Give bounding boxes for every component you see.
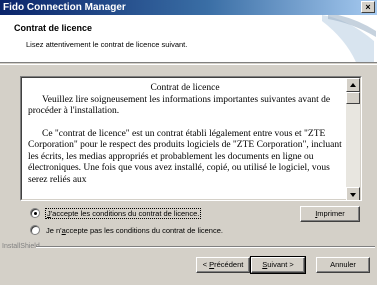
next-button[interactable]: Suivant >	[250, 256, 306, 274]
scroll-down-arrow-icon	[350, 193, 356, 197]
scroll-up-button[interactable]	[346, 78, 360, 92]
back-button[interactable]: < Précédent	[196, 257, 250, 273]
accept-radio[interactable]	[30, 208, 40, 218]
accept-label[interactable]: J'accepte les conditions du contrat de l…	[44, 207, 202, 219]
wizard-header: Contrat de licence Lisez attentivement l…	[0, 15, 377, 63]
page-title: Contrat de licence	[14, 23, 93, 33]
page-subtitle: Lisez attentivement le contrat de licenc…	[26, 40, 188, 49]
cancel-button[interactable]: Annuler	[316, 257, 370, 273]
installshield-label: InstallShield	[2, 243, 40, 250]
license-paragraph-2: Ce "contrat de licence" est un contrat é…	[28, 128, 342, 185]
close-icon[interactable]: ×	[361, 1, 375, 13]
license-textbox[interactable]: Contrat de licence Veuillez lire soigneu…	[20, 76, 362, 201]
print-button[interactable]: Imprimer	[300, 206, 360, 222]
header-swoosh-graphic	[322, 15, 376, 62]
scroll-thumb[interactable]	[346, 92, 360, 104]
license-paragraph-1: Veuillez lire soigneusement les informat…	[28, 94, 331, 117]
license-text-frame: Contrat de licence Veuillez lire soigneu…	[21, 77, 361, 200]
accept-option[interactable]: J'accepte les conditions du contrat de l…	[30, 207, 202, 219]
scroll-up-arrow-icon	[350, 83, 356, 87]
license-heading: Contrat de licence	[150, 83, 220, 93]
license-text: Contrat de licence Veuillez lire soigneu…	[28, 83, 342, 186]
decline-label[interactable]: Je n'accepte pas les conditions du contr…	[46, 226, 223, 235]
decline-option[interactable]: Je n'accepte pas les conditions du contr…	[30, 225, 223, 235]
scroll-down-button[interactable]	[346, 187, 360, 200]
decline-radio[interactable]	[30, 225, 40, 235]
footer-divider	[36, 246, 375, 248]
window-title: Fido Connection Manager	[3, 2, 126, 13]
title-bar: Fido Connection Manager ×	[0, 0, 377, 15]
divider	[0, 64, 377, 65]
vertical-scrollbar[interactable]	[346, 78, 360, 200]
